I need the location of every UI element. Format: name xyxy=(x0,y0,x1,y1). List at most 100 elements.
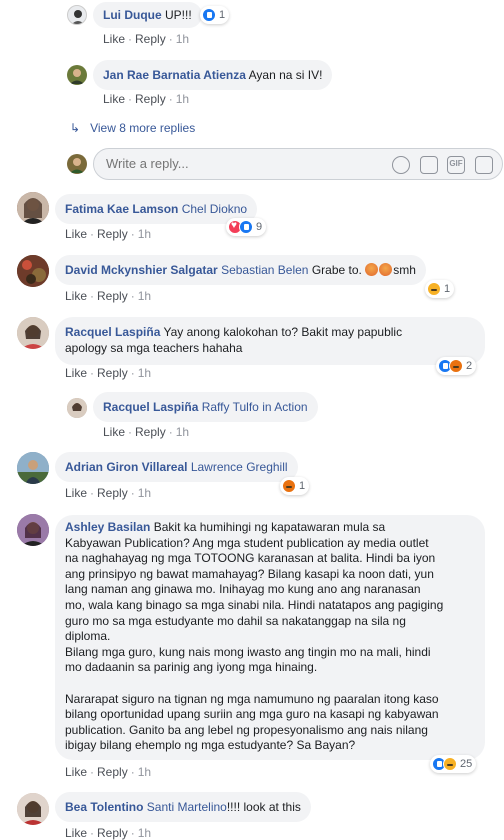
comment-actions: Like · Reply · 1h xyxy=(65,765,151,779)
reaction-count: 1 xyxy=(219,9,226,21)
avatar[interactable] xyxy=(17,317,49,349)
reply-arrow-icon: ↳ xyxy=(70,121,81,135)
like-link[interactable]: Like xyxy=(103,92,125,106)
comment-actions: Like · Reply · 1h xyxy=(65,366,151,380)
commenter-name[interactable]: Fatima Kae Lamson xyxy=(65,202,178,216)
reply-link[interactable]: Reply xyxy=(97,765,128,779)
like-link[interactable]: Like xyxy=(65,826,87,840)
comment-bubble: Fatima Kae Lamson Chel Diokno xyxy=(55,194,258,224)
commenter-name[interactable]: David Mckynshier Salgatar xyxy=(65,263,218,277)
separator: · xyxy=(128,92,133,106)
avatar[interactable] xyxy=(67,65,87,85)
avatar-image xyxy=(67,398,87,418)
reaction-summary[interactable]: 1 xyxy=(425,280,455,298)
like-link[interactable]: Like xyxy=(65,765,87,779)
reaction-summary[interactable]: 1 xyxy=(280,477,310,495)
timestamp[interactable]: 1h xyxy=(138,366,151,380)
timestamp[interactable]: 1h xyxy=(138,227,151,241)
avatar-image xyxy=(70,158,84,173)
mention-link[interactable]: Santi Martelino xyxy=(147,800,227,814)
gif-icon[interactable]: GIF xyxy=(447,156,465,174)
sticker-icon[interactable] xyxy=(475,156,493,174)
reaction-summary[interactable]: 2 xyxy=(436,357,477,375)
comment-text-suffix: smh xyxy=(393,263,416,277)
reply-link[interactable]: Reply xyxy=(135,92,166,106)
reply-link[interactable]: Reply xyxy=(97,486,128,500)
like-link[interactable]: Like xyxy=(65,486,87,500)
mention-link[interactable]: Raffy Tulfo in Action xyxy=(202,400,308,414)
avatar-image xyxy=(71,10,85,24)
timestamp[interactable]: 1h xyxy=(138,826,151,840)
emoji-icon[interactable] xyxy=(392,156,410,174)
reply-link[interactable]: Reply xyxy=(97,366,128,380)
avatar[interactable] xyxy=(67,5,87,25)
mention-link[interactable]: Chel Diokno xyxy=(182,202,247,216)
reply-link[interactable]: Reply xyxy=(97,826,128,840)
reaction-count: 2 xyxy=(466,360,473,372)
comment-text-line: diploma. xyxy=(65,629,111,644)
avatar-image xyxy=(17,317,49,349)
avatar[interactable] xyxy=(67,398,87,418)
comment-actions: Like · Reply · 1h xyxy=(103,92,189,106)
like-link[interactable]: Like xyxy=(103,425,125,439)
separator: · xyxy=(90,765,95,779)
reply-link[interactable]: Reply xyxy=(135,425,166,439)
separator: · xyxy=(168,92,173,106)
timestamp[interactable]: 1h xyxy=(176,425,189,439)
separator: · xyxy=(128,425,133,439)
view-more-label: View 8 more replies xyxy=(90,121,196,135)
comment-text-line: na naghahayag ng mga TOTOONG karanasan a… xyxy=(65,551,436,566)
separator: · xyxy=(128,32,133,46)
separator: · xyxy=(168,32,173,46)
commenter-name[interactable]: Bea Tolentino xyxy=(65,800,143,814)
camera-icon[interactable] xyxy=(420,156,438,174)
comment-text: Ayan na si IV! xyxy=(248,68,323,82)
reaction-summary[interactable]: 25 xyxy=(430,755,477,773)
commenter-name[interactable]: Ashley Basilan xyxy=(65,520,150,534)
comment-bubble: Ashley Basilan Bakit ka humihingi ng kap… xyxy=(55,515,485,760)
mention-link[interactable]: Lawrence Greghill xyxy=(191,460,288,474)
avatar[interactable] xyxy=(17,793,49,825)
timestamp[interactable]: 1h xyxy=(176,32,189,46)
reaction-summary[interactable]: 9 xyxy=(226,218,267,236)
timestamp[interactable]: 1h xyxy=(176,92,189,106)
reply-link[interactable]: Reply xyxy=(135,32,166,46)
timestamp[interactable]: 1h xyxy=(138,486,151,500)
separator: · xyxy=(130,486,135,500)
timestamp[interactable]: 1h xyxy=(138,765,151,779)
reaction-count: 1 xyxy=(299,480,306,492)
reply-link[interactable]: Reply xyxy=(97,227,128,241)
like-link[interactable]: Like xyxy=(65,289,87,303)
comment-actions: Like · Reply · 1h xyxy=(65,486,151,500)
like-link[interactable]: Like xyxy=(65,227,87,241)
commenter-name[interactable]: Racquel Laspiña xyxy=(65,325,160,339)
separator: · xyxy=(90,366,95,380)
reaction-summary[interactable]: 1 xyxy=(200,6,230,24)
avatar-image xyxy=(17,255,49,287)
avatar[interactable] xyxy=(17,514,49,546)
separator: · xyxy=(130,366,135,380)
avatar[interactable] xyxy=(17,192,49,224)
separator: · xyxy=(90,826,95,840)
comment-text-line: apology sa mga teachers hahaha xyxy=(65,341,243,355)
reply-composer: GIF xyxy=(93,148,503,180)
reply-link[interactable]: Reply xyxy=(97,289,128,303)
view-more-replies-link[interactable]: ↳ View 8 more replies xyxy=(70,121,195,135)
avatar[interactable] xyxy=(17,255,49,287)
comment-text-line: ibigay bilang ehemplo ng mga estudyante?… xyxy=(65,738,356,753)
separator: · xyxy=(90,486,95,500)
commenter-name[interactable]: Jan Rae Barnatia Atienza xyxy=(103,68,246,82)
like-link[interactable]: Like xyxy=(103,32,125,46)
comment-actions: Like · Reply · 1h xyxy=(65,826,151,840)
comment-text: Grabe to. xyxy=(311,263,362,277)
commenter-name[interactable]: Racquel Laspiña xyxy=(103,400,198,414)
reply-input[interactable] xyxy=(106,156,376,171)
mention-link[interactable]: Sebastian Belen xyxy=(221,263,308,277)
like-link[interactable]: Like xyxy=(65,366,87,380)
comment-text-line: Bilang mga guro, kung nais mong iwasto a… xyxy=(65,644,431,659)
comment-text: !!!! look at this xyxy=(226,800,301,814)
timestamp[interactable]: 1h xyxy=(138,289,151,303)
avatar[interactable] xyxy=(17,452,49,484)
commenter-name[interactable]: Lui Duque xyxy=(103,8,162,22)
commenter-name[interactable]: Adrian Giron Villareal xyxy=(65,460,187,474)
